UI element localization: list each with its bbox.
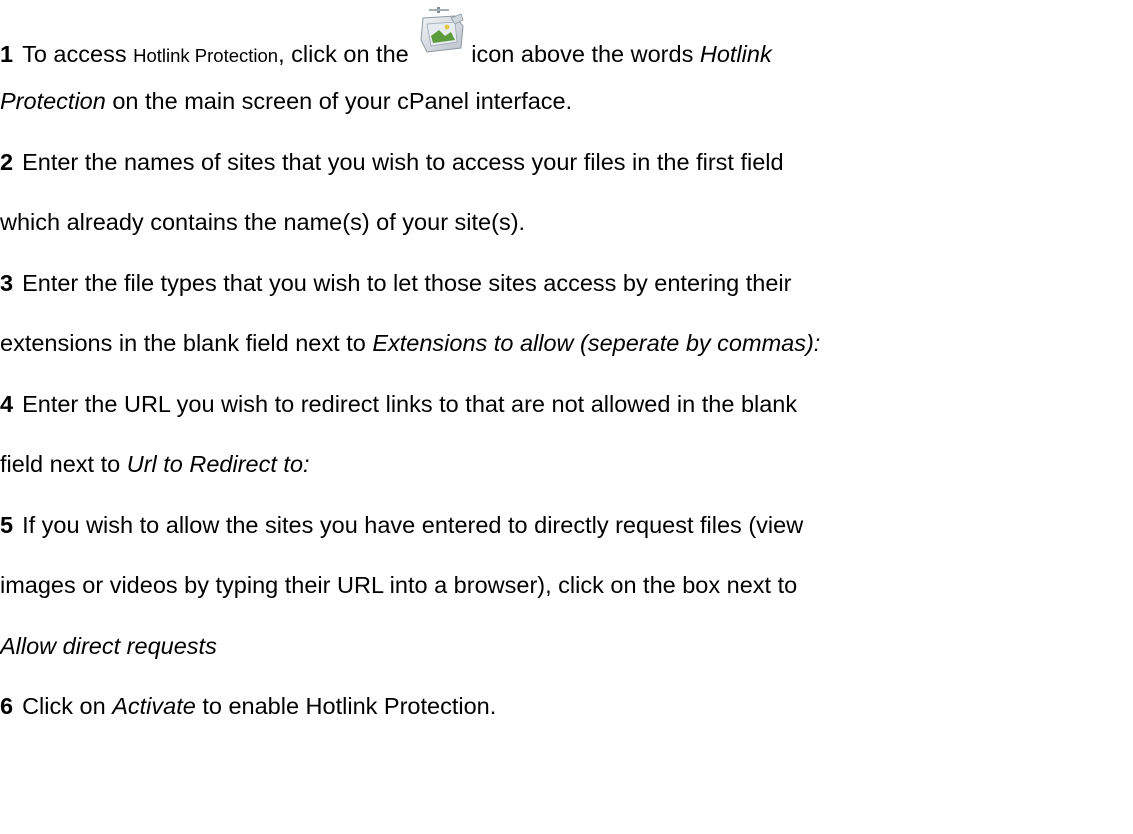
step-text: field next to: [0, 451, 127, 477]
step-2-line-1: 2 Enter the names of sites that you wish …: [0, 147, 784, 177]
feature-name: Hotlink Protection: [133, 45, 279, 66]
step-text: Click on: [22, 693, 113, 719]
step-4-line-2: field next to Url to Redirect to:: [0, 449, 310, 479]
emphasis-text: Protection: [0, 88, 106, 114]
step-text: extensions in the blank field next to: [0, 330, 373, 356]
step-text: To access: [22, 41, 134, 67]
step-number: 1: [0, 41, 14, 67]
step-text: , click on the: [278, 41, 416, 67]
step-text: images or videos by typing their URL int…: [0, 572, 798, 598]
emphasis-text: Activate: [112, 693, 196, 719]
step-text: Enter the names of sites that you wish t…: [22, 149, 784, 175]
step-text: If you wish to allow the sites you have …: [22, 512, 804, 538]
step-5-line-2: images or videos by typing their URL int…: [0, 570, 797, 600]
step-number: 5: [0, 512, 14, 538]
step-4-line-1: 4 Enter the URL you wish to redirect link…: [0, 389, 797, 419]
emphasis-text: Allow direct requests: [0, 633, 217, 659]
emphasis-text: Hotlink: [699, 41, 772, 67]
step-number: 4: [0, 391, 14, 417]
step-3-line-1: 3 Enter the file types that you wish to l…: [0, 268, 791, 298]
step-3-line-2: extensions in the blank field next to Ex…: [0, 328, 820, 358]
step-text: on the main screen of your cPanel interf…: [105, 88, 573, 114]
emphasis-text: Url to Redirect to:: [126, 451, 310, 477]
step-number: 3: [0, 270, 14, 296]
step-1-line-1: 1 To access Hotlink Protection, click on …: [0, 7, 772, 71]
emphasis-text: Extensions to allow (seperate by commas)…: [372, 330, 821, 356]
step-2-line-2: which already contains the name(s) of yo…: [0, 207, 525, 237]
step-text: icon above the words: [471, 41, 700, 67]
hotlink-protection-icon: [417, 7, 467, 66]
step-text: to enable Hotlink Protection.: [195, 693, 497, 719]
step-5-line-1: 5 If you wish to allow the sites you have…: [0, 510, 803, 540]
step-number: 6: [0, 693, 14, 719]
step-number: 2: [0, 149, 14, 175]
step-5-line-3: Allow direct requests: [0, 631, 217, 661]
step-1-line-2: Protection on the main screen of your cP…: [0, 86, 572, 116]
step-6-line-1: 6 Click on Activate to enable Hotlink Pro…: [0, 691, 496, 721]
step-text: Enter the URL you wish to redirect links…: [22, 391, 798, 417]
step-text: Enter the file types that you wish to le…: [22, 270, 792, 296]
step-text: which already contains the name(s) of yo…: [0, 209, 526, 235]
